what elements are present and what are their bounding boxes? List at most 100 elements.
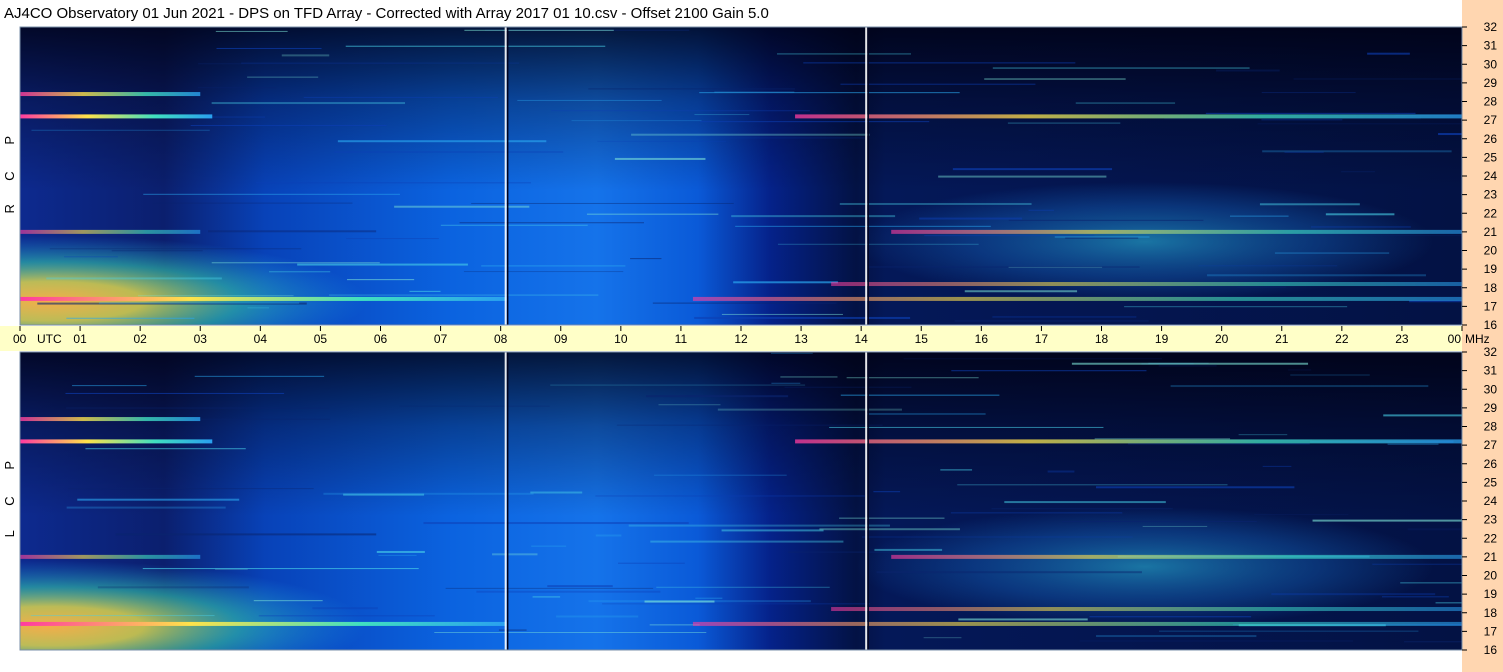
streak — [297, 263, 468, 266]
streak — [646, 395, 789, 398]
streak — [498, 629, 527, 631]
upper-band-shade — [20, 27, 1462, 325]
streak — [137, 295, 294, 297]
streak — [1071, 362, 1309, 365]
streak — [1127, 443, 1310, 445]
streak — [873, 491, 901, 493]
hot-band — [831, 282, 1462, 287]
streak — [471, 202, 734, 204]
streak — [1142, 525, 1208, 527]
spectrogram-chart: AJ4CO Observatory 01 Jun 2021 - DPS on T… — [0, 0, 1503, 672]
streak — [654, 474, 787, 476]
streak — [551, 110, 810, 112]
hot-band — [20, 92, 201, 97]
panel-r-c-p: P C R 32 31 30 29 28 27 26 25 24 23 22 21 20 19 18 17 16 — [2, 20, 1497, 332]
streak — [152, 202, 353, 204]
streak — [992, 67, 1250, 69]
streak — [111, 250, 203, 252]
utc-tick-label: 01 — [73, 332, 87, 346]
utc-tick-label: 06 — [374, 332, 388, 346]
mhz-tick-label: 20 — [1484, 244, 1498, 258]
streak — [1124, 306, 1348, 308]
streak — [958, 618, 1088, 621]
streak — [376, 550, 425, 553]
utc-tick-label: 11 — [675, 332, 688, 346]
streak — [409, 290, 441, 292]
streak — [714, 91, 795, 93]
streak — [1164, 118, 1421, 120]
hot-band — [20, 229, 201, 234]
mhz-unit-label: MHz — [1465, 332, 1490, 346]
streak — [1089, 616, 1252, 618]
hot-band — [20, 621, 507, 626]
utc-tick-label: 14 — [854, 332, 868, 346]
streak — [861, 536, 1133, 538]
streak — [1435, 602, 1462, 604]
utc-tick-label: 02 — [133, 332, 147, 346]
utc-tick-label: 16 — [975, 332, 989, 346]
streak — [85, 448, 246, 450]
mhz-tick-label: 28 — [1484, 95, 1498, 109]
streak — [919, 217, 1023, 220]
streak — [954, 319, 1149, 322]
polarization-letter: C — [2, 496, 17, 505]
streak — [440, 224, 588, 226]
mhz-tick-label: 25 — [1484, 475, 1498, 489]
streak — [1159, 630, 1419, 632]
streak — [924, 235, 1095, 237]
streak — [991, 508, 1173, 510]
streak — [1284, 151, 1324, 153]
streak — [1287, 369, 1312, 371]
streak — [532, 596, 561, 598]
hot-band — [20, 439, 213, 444]
utc-tick-label: 17 — [1035, 332, 1049, 346]
streak — [345, 45, 606, 47]
streak — [1062, 521, 1257, 523]
streak — [628, 524, 890, 527]
streak — [1262, 465, 1292, 467]
mhz-tick-label: 22 — [1484, 206, 1498, 220]
mhz-tick-label: 16 — [1484, 643, 1498, 657]
streak — [1290, 374, 1370, 376]
streak — [652, 302, 837, 304]
streak — [1372, 563, 1462, 565]
streak — [780, 376, 838, 378]
hot-band — [795, 439, 1462, 444]
mhz-tick-label: 27 — [1484, 438, 1498, 452]
streak — [951, 370, 1147, 372]
polarization-letter: C — [2, 171, 17, 180]
streak — [770, 352, 813, 354]
streak — [211, 102, 406, 105]
mhz-tick-label: 23 — [1484, 513, 1498, 527]
streak — [1079, 640, 1354, 642]
mhz-tick-label: 29 — [1484, 401, 1498, 415]
streak — [143, 193, 400, 195]
streak — [550, 384, 806, 386]
streak — [695, 597, 723, 599]
mhz-tick-label: 24 — [1484, 494, 1498, 508]
streak — [571, 120, 702, 122]
streak — [343, 493, 425, 496]
utc-tick-label: 23 — [1395, 332, 1409, 346]
hot-band — [795, 114, 1462, 119]
utc-tick-label: 08 — [494, 332, 508, 346]
streak — [492, 553, 538, 556]
mhz-tick-label: 19 — [1484, 587, 1498, 601]
streak — [253, 600, 323, 602]
streak — [1229, 215, 1289, 217]
streak — [618, 562, 685, 564]
streak — [346, 238, 439, 240]
streak — [938, 175, 1107, 178]
streak — [1310, 226, 1411, 228]
mhz-tick-label: 23 — [1484, 188, 1498, 202]
streak — [115, 533, 377, 536]
streak — [644, 600, 715, 603]
polarization-letter: P — [2, 461, 17, 470]
streak — [378, 554, 417, 556]
streak — [829, 426, 1104, 428]
polarization-letter: L — [2, 530, 17, 537]
hot-band — [20, 417, 201, 422]
utc-tick-label: 07 — [434, 332, 448, 346]
streak — [216, 47, 322, 49]
streak — [957, 484, 1228, 486]
